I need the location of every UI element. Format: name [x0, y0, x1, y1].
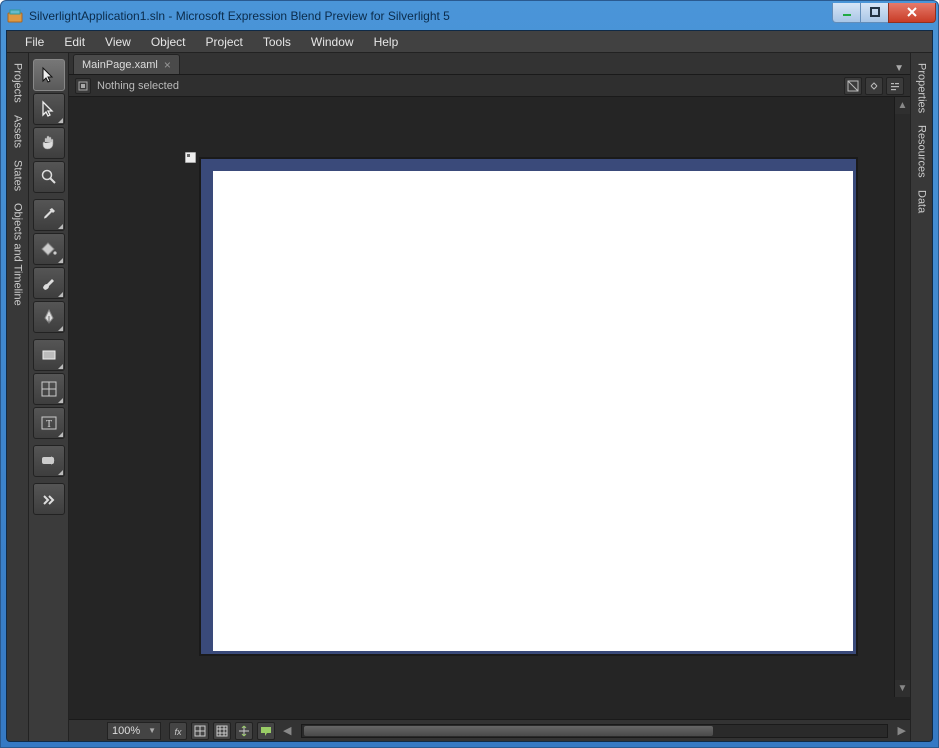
- zoom-dropdown-icon[interactable]: ▼: [148, 726, 156, 735]
- scroll-left-icon[interactable]: ◀: [279, 724, 295, 737]
- paint-bucket-tool[interactable]: [33, 233, 65, 265]
- flyout-indicator-icon: [58, 118, 63, 123]
- xaml-view-icon[interactable]: [886, 77, 904, 95]
- flyout-indicator-icon: [58, 470, 63, 475]
- left-panel-strip: Projects Assets States Objects and Timel…: [7, 53, 29, 741]
- close-button[interactable]: [888, 3, 936, 23]
- menu-tools[interactable]: Tools: [253, 33, 301, 51]
- panel-tab-properties[interactable]: Properties: [916, 57, 928, 119]
- design-canvas[interactable]: [69, 97, 910, 719]
- selection-tool[interactable]: [33, 59, 65, 91]
- effects-toggle-button[interactable]: fx: [169, 722, 187, 740]
- asset-tools-button[interactable]: [33, 483, 65, 515]
- flyout-indicator-icon: [58, 292, 63, 297]
- flyout-indicator-icon: [58, 258, 63, 263]
- status-bar: 100% ▼ fx ◀ ▶: [69, 719, 910, 741]
- grid-toggle-button[interactable]: [191, 722, 209, 740]
- pen-tool[interactable]: [33, 301, 65, 333]
- flyout-indicator-icon: [58, 326, 63, 331]
- design-view-icon[interactable]: [844, 77, 862, 95]
- zoom-value: 100%: [112, 725, 140, 737]
- menu-file[interactable]: File: [15, 33, 54, 51]
- menu-window[interactable]: Window: [301, 33, 364, 51]
- menu-edit[interactable]: Edit: [54, 33, 95, 51]
- flyout-indicator-icon: [58, 224, 63, 229]
- svg-text:fx: fx: [174, 727, 182, 737]
- annotations-toggle-button[interactable]: [257, 722, 275, 740]
- blend-app-icon: [7, 8, 23, 24]
- scroll-right-icon[interactable]: ▶: [894, 724, 910, 737]
- common-controls-tool[interactable]: [33, 445, 65, 477]
- menu-object[interactable]: Object: [141, 33, 196, 51]
- zoom-level[interactable]: 100% ▼: [107, 722, 161, 740]
- menu-view[interactable]: View: [95, 33, 141, 51]
- tools-panel: T: [29, 53, 69, 741]
- menu-help[interactable]: Help: [364, 33, 409, 51]
- split-view-icon[interactable]: [865, 77, 883, 95]
- artboard-usercontrol[interactable]: [213, 171, 853, 651]
- flyout-indicator-icon: [58, 364, 63, 369]
- right-panel-strip: Properties Resources Data: [910, 53, 932, 741]
- client-area: File Edit View Object Project Tools Wind…: [6, 30, 933, 742]
- vertical-scrollbar[interactable]: ▲ ▼: [894, 97, 910, 697]
- text-tool[interactable]: T: [33, 407, 65, 439]
- zoom-tool[interactable]: [33, 161, 65, 193]
- design-viewport[interactable]: ▲ ▼: [69, 97, 910, 719]
- document-tab[interactable]: MainPage.xaml ×: [73, 54, 180, 74]
- flyout-indicator-icon: [58, 398, 63, 403]
- scroll-down-icon[interactable]: ▼: [898, 680, 908, 697]
- scope-up-icon[interactable]: [75, 78, 91, 94]
- scroll-up-icon[interactable]: ▲: [898, 97, 908, 114]
- eyedropper-tool[interactable]: [33, 199, 65, 231]
- minimize-button[interactable]: [832, 3, 861, 23]
- panel-tab-states[interactable]: States: [12, 154, 24, 197]
- menu-project[interactable]: Project: [196, 33, 253, 51]
- document-tabs-dropdown[interactable]: ▼: [888, 63, 910, 74]
- titlebar[interactable]: SilverlightApplication1.sln - Microsoft …: [1, 1, 938, 30]
- panel-tab-data[interactable]: Data: [916, 184, 928, 219]
- panel-tab-resources[interactable]: Resources: [916, 119, 928, 184]
- panel-tab-assets[interactable]: Assets: [12, 109, 24, 154]
- brush-tool[interactable]: [33, 267, 65, 299]
- window-title: SilverlightApplication1.sln - Microsoft …: [29, 9, 833, 23]
- selection-text: Nothing selected: [97, 80, 179, 92]
- direct-selection-tool[interactable]: [33, 93, 65, 125]
- document-tab-bar: MainPage.xaml × ▼: [69, 53, 910, 75]
- maximize-button[interactable]: [860, 3, 889, 23]
- svg-text:T: T: [46, 419, 52, 430]
- close-tab-icon[interactable]: ×: [164, 60, 171, 70]
- pan-tool[interactable]: [33, 127, 65, 159]
- window-frame: SilverlightApplication1.sln - Microsoft …: [0, 0, 939, 748]
- main-menu: File Edit View Object Project Tools Wind…: [7, 31, 932, 53]
- snap-grid-button[interactable]: [213, 722, 231, 740]
- document-area: MainPage.xaml × ▼ Nothing selected: [69, 53, 910, 741]
- rectangle-tool[interactable]: [33, 339, 65, 371]
- selection-breadcrumb-bar: Nothing selected: [69, 75, 910, 97]
- snap-snaplines-button[interactable]: [235, 722, 253, 740]
- document-tab-label: MainPage.xaml: [82, 59, 158, 71]
- panel-tab-projects[interactable]: Projects: [12, 57, 24, 109]
- horizontal-scrollbar[interactable]: [301, 724, 887, 738]
- artboard-origin-icon: [185, 152, 196, 163]
- panel-tab-objects-timeline[interactable]: Objects and Timeline: [12, 197, 24, 312]
- flyout-indicator-icon: [58, 432, 63, 437]
- layout-panel-tool[interactable]: [33, 373, 65, 405]
